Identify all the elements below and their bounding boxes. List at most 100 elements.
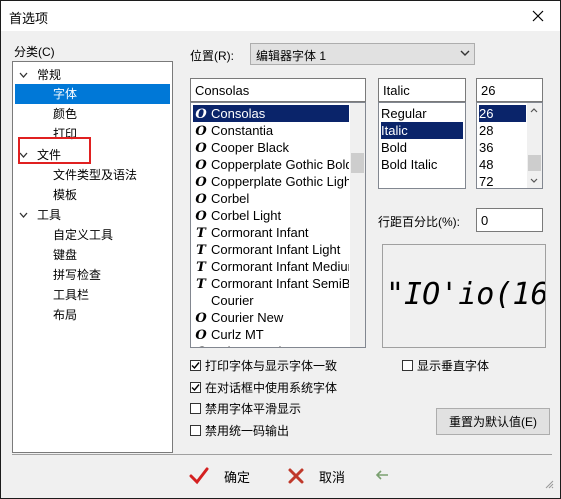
font-list-scrollbar[interactable] [350,103,365,347]
tree-item-templates[interactable]: 模板 [53,185,77,205]
position-label: 位置(R): [190,49,234,63]
size-item[interactable]: 36 [479,139,526,156]
style-item-bold[interactable]: Bold [381,139,463,156]
style-item-italic[interactable]: Italic [381,122,463,139]
tree-item-toolbar[interactable]: 工具栏 [53,285,89,305]
size-item[interactable]: 48 [479,156,526,173]
font-list-item[interactable]: T Cormorant Infant Medium [193,258,349,275]
font-name-value: Consolas [195,83,250,98]
window-title: 首选项 [9,11,49,26]
ok-button[interactable]: 确定 [189,463,257,489]
checkbox[interactable] [190,360,201,371]
position-select[interactable]: 编辑器字体 1 [250,43,475,65]
tree-item-color[interactable]: 颜色 [53,104,77,124]
check-vertical-font[interactable]: 显示垂直字体 [402,357,489,374]
opentype-icon: O [193,344,209,347]
font-list-item[interactable]: O Copperplate Gothic Light [193,173,349,190]
ok-label: 确定 [224,469,251,485]
size-item[interactable]: 72 [479,173,526,188]
highlight-box [18,137,91,164]
opentype-icon: O [195,158,207,173]
scroll-thumb[interactable] [528,155,541,171]
cancel-button[interactable]: 取消 [287,463,355,489]
tree-item-layout[interactable]: 布局 [53,305,77,325]
chevron-down-icon[interactable] [16,65,30,85]
category-tree[interactable]: 常规 字体 颜色 打印 文件 文件类型及语法 模板 工具 自定义工具 键盘 拼写… [12,61,173,453]
size-item[interactable]: 26 [479,105,526,122]
style-item-bold-italic[interactable]: Bold Italic [381,156,463,173]
checkbox[interactable] [402,360,413,371]
reset-default-label: 重置为默认值(E) [449,415,537,429]
scroll-down-icon[interactable] [527,173,541,187]
checkbox[interactable] [190,382,201,393]
help-arrow-icon[interactable] [375,469,389,484]
font-size-value: 26 [481,83,496,98]
font-list-item[interactable]: O Curlz MT [193,326,349,343]
font-style-list[interactable]: Regular Italic Bold Bold Italic [378,102,466,189]
font-style-input[interactable]: Italic [378,78,466,102]
style-item-regular[interactable]: Regular [381,105,463,122]
tree-item-general[interactable]: 常规 [37,65,61,85]
truetype-icon: T [196,260,206,275]
font-list-item[interactable]: Courier [193,292,349,309]
size-item[interactable]: 28 [479,122,526,139]
font-preview: "IO'io(16 [382,244,546,348]
font-list-item[interactable]: T Cormorant Infant SemiBold [193,275,349,292]
font-list-item-name: Cormorant Infant [211,225,309,240]
font-list[interactable]: O Consolas O Constantia O Cooper Black O Copper… [190,102,366,348]
opentype-icon: O [195,328,207,343]
tree-item-custom-tools[interactable]: 自定义工具 [53,225,113,245]
close-button[interactable] [516,1,560,31]
font-list-item[interactable]: ODejaVu Math TeX Gyre [193,343,349,347]
size-list-scrollbar[interactable] [527,103,542,188]
font-size-input[interactable]: 26 [476,78,543,102]
tree-item-file-types[interactable]: 文件类型及语法 [53,165,137,185]
dialog-body: 分类(C) 常规 字体 颜色 打印 文件 文件类型及语法 模板 工具 自定义工具… [1,31,560,498]
separator [12,454,552,455]
check-print-font[interactable]: 打印字体与显示字体一致 [190,357,337,374]
opentype-icon: O [195,107,207,122]
checkbox[interactable] [190,403,201,414]
scroll-thumb[interactable] [351,153,364,173]
check-system-font[interactable]: 在对话框中使用系统字体 [190,379,337,396]
checkbox[interactable] [190,425,201,436]
opentype-icon: O [195,175,207,190]
truetype-icon: T [196,277,206,292]
font-style-value: Italic [383,83,410,98]
font-list-item[interactable]: O Consolas [193,105,349,122]
check-icon [191,384,200,392]
font-list-item[interactable]: O Copperplate Gothic Bold [193,156,349,173]
font-list-item-name: Cooper Black [211,140,290,155]
preferences-dialog: 首选项 分类(C) 常规 字体 颜色 打印 文件 文件类型及语法 模板 工具 自… [0,0,561,499]
check-disable-unicode[interactable]: 禁用统一码输出 [190,422,289,439]
font-list-item[interactable]: T Cormorant Infant [193,224,349,241]
chevron-down-icon[interactable] [16,205,30,225]
scroll-up-icon[interactable] [527,103,541,117]
resize-grip-icon[interactable] [544,478,554,492]
font-list-item[interactable]: O Cooper Black [193,139,349,156]
font-list-item-name: Constantia [211,123,274,138]
font-list-item-name: Courier New [211,310,284,325]
font-list-item[interactable]: O Constantia [193,122,349,139]
opentype-icon: O [195,192,207,207]
font-size-list[interactable]: 26 28 36 48 72 [476,102,543,189]
reset-default-button[interactable]: 重置为默认值(E) [436,408,550,435]
tree-item-spellcheck[interactable]: 拼写检查 [53,265,101,285]
close-icon [288,468,304,484]
font-name-input[interactable]: Consolas [190,78,366,102]
line-spacing-input[interactable]: 0 [476,208,543,232]
font-list-item[interactable]: T Cormorant Infant Light [193,241,349,258]
tree-item-tools[interactable]: 工具 [37,205,61,225]
check-vertical-font-label: 显示垂直字体 [417,359,490,373]
cancel-label: 取消 [319,469,346,485]
tree-item-font[interactable]: 字体 [15,84,170,104]
font-list-item[interactable]: O Courier New [193,309,349,326]
check-disable-smoothing[interactable]: 禁用字体平滑显示 [190,400,301,417]
truetype-icon: T [196,226,206,241]
check-disable-unicode-label: 禁用统一码输出 [205,424,290,438]
font-list-item[interactable]: O Corbel [193,190,349,207]
font-list-item[interactable]: O Corbel Light [193,207,349,224]
opentype-icon: O [195,311,207,326]
tree-item-keyboard[interactable]: 键盘 [53,245,77,265]
opentype-icon: O [195,141,207,156]
